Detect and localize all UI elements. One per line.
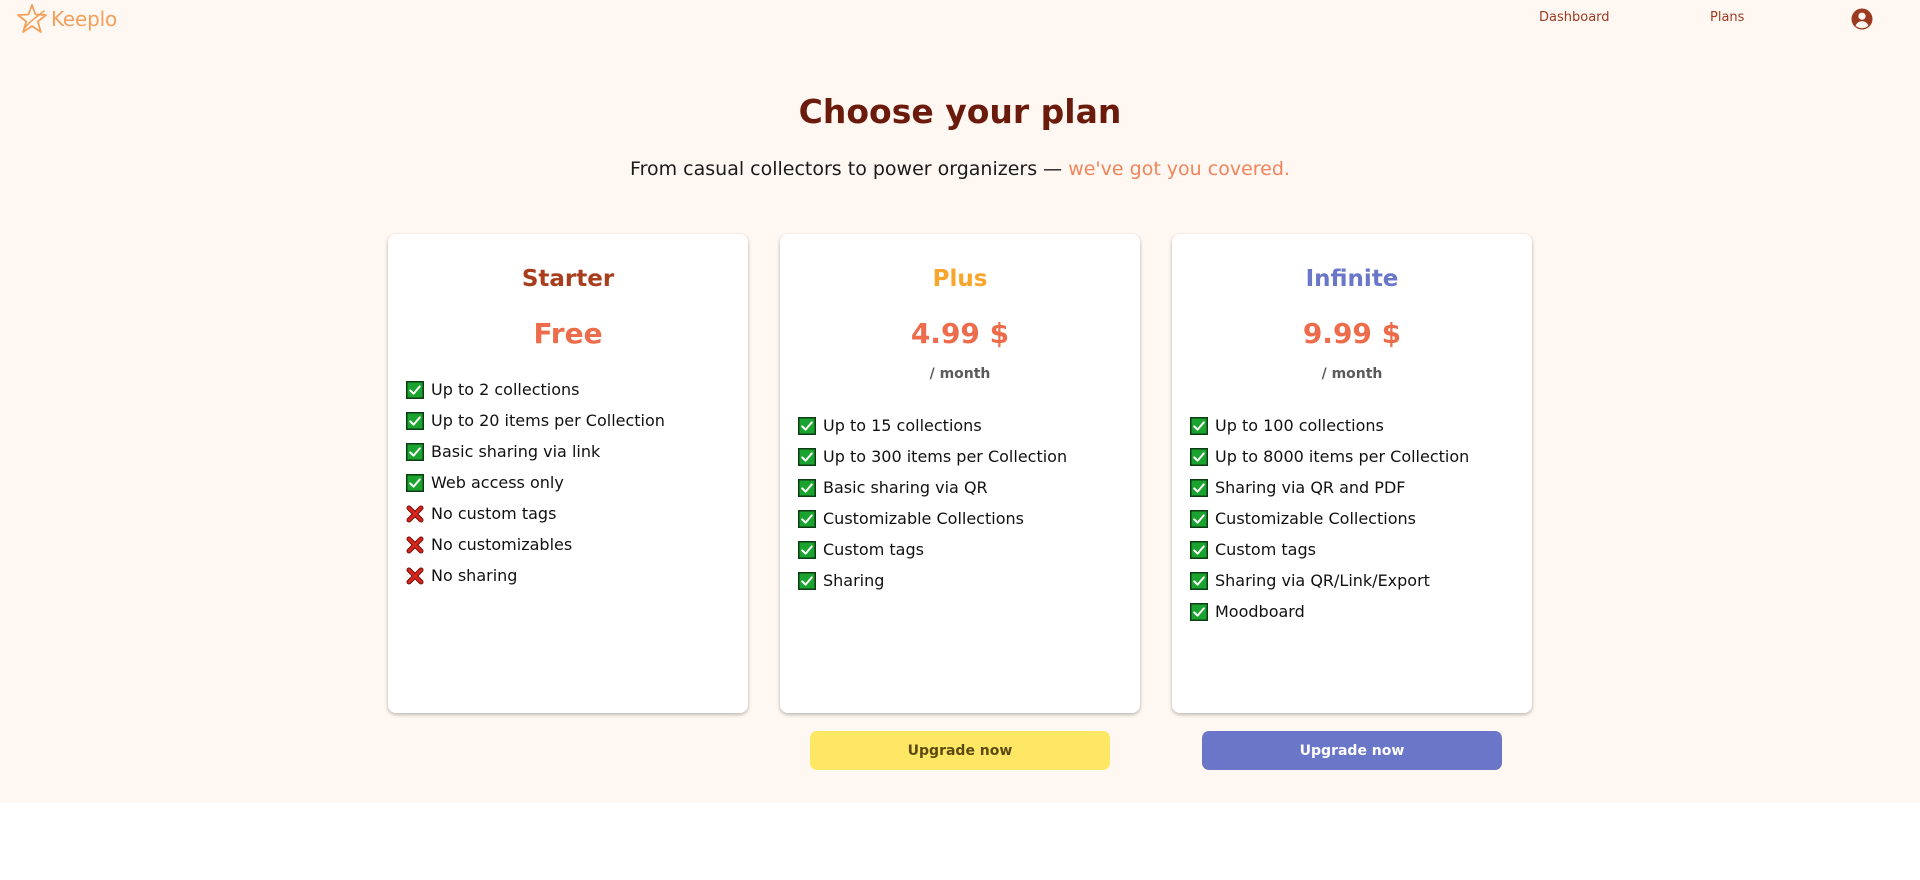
feature-text: No custom tags bbox=[431, 504, 557, 523]
feature-item: Sharing bbox=[798, 565, 1067, 596]
feature-item: Up to 300 items per Collection bbox=[798, 441, 1067, 472]
check-icon bbox=[798, 509, 816, 528]
feature-item: Custom tags bbox=[1190, 534, 1469, 565]
plan-card-infinite: Infinite 9.99 $ / month Up to 100 collec… bbox=[1172, 234, 1532, 713]
logo-text: Keeplo bbox=[51, 7, 118, 31]
feature-item: Customizable Collections bbox=[798, 503, 1067, 534]
plan-price: 4.99 $ bbox=[910, 317, 1010, 350]
feature-text: Basic sharing via QR bbox=[823, 478, 988, 497]
feature-text: No sharing bbox=[431, 566, 518, 585]
feature-item: Web access only bbox=[406, 467, 665, 498]
feature-item: No custom tags bbox=[406, 498, 665, 529]
feature-item: Custom tags bbox=[798, 534, 1067, 565]
feature-text: Sharing via QR and PDF bbox=[1215, 478, 1406, 497]
star-logo-icon bbox=[17, 4, 47, 33]
plan-card-starter: Starter Free Up to 2 collections Up to 20… bbox=[388, 234, 748, 713]
feature-item: Moodboard bbox=[1190, 596, 1469, 627]
nav-dashboard-link[interactable]: Dashboard bbox=[1539, 10, 1610, 25]
nav-plans-link[interactable]: Plans bbox=[1710, 10, 1744, 25]
check-icon bbox=[798, 478, 816, 497]
upgrade-plus-button[interactable]: Upgrade now bbox=[810, 731, 1110, 770]
feature-item: Up to 8000 items per Collection bbox=[1190, 441, 1469, 472]
check-icon bbox=[798, 540, 816, 559]
feature-item: No customizables bbox=[406, 529, 665, 560]
plan-name: Infinite bbox=[1305, 266, 1399, 292]
check-icon bbox=[1190, 602, 1208, 621]
check-icon bbox=[406, 473, 424, 492]
feature-item: Basic sharing via QR bbox=[798, 472, 1067, 503]
upgrade-infinite-button[interactable]: Upgrade now bbox=[1202, 731, 1502, 770]
feature-item: Sharing via QR/Link/Export bbox=[1190, 565, 1469, 596]
feature-item: Sharing via QR and PDF bbox=[1190, 472, 1469, 503]
plan-price: 9.99 $ bbox=[1302, 317, 1402, 350]
feature-text: Sharing via QR/Link/Export bbox=[1215, 571, 1430, 590]
check-icon bbox=[1190, 540, 1208, 559]
plan-period: / month bbox=[929, 366, 991, 382]
plan-card-plus: Plus 4.99 $ / month Up to 15 collections… bbox=[780, 234, 1140, 713]
feature-text: Up to 100 collections bbox=[1215, 416, 1384, 435]
feature-text: Custom tags bbox=[1215, 540, 1316, 559]
cross-icon bbox=[406, 567, 424, 584]
feature-item: Up to 100 collections bbox=[1190, 410, 1469, 441]
feature-item: Up to 15 collections bbox=[798, 410, 1067, 441]
check-icon bbox=[798, 447, 816, 466]
feature-text: Moodboard bbox=[1215, 602, 1305, 621]
check-icon bbox=[1190, 509, 1208, 528]
check-icon bbox=[406, 380, 424, 399]
feature-list: Up to 100 collections Up to 8000 items pe… bbox=[1190, 410, 1469, 627]
feature-item: Up to 20 items per Collection bbox=[406, 405, 665, 436]
page-subtitle: From casual collectors to power organize… bbox=[0, 158, 1920, 180]
plan-name: Plus bbox=[932, 266, 988, 292]
plan-period: / month bbox=[1321, 366, 1383, 382]
plan-name: Starter bbox=[521, 266, 615, 292]
page-title: Choose your plan bbox=[798, 92, 1122, 131]
feature-item: Customizable Collections bbox=[1190, 503, 1469, 534]
check-icon bbox=[798, 571, 816, 590]
account-circle-icon[interactable] bbox=[1851, 8, 1873, 30]
feature-text: Up to 8000 items per Collection bbox=[1215, 447, 1470, 466]
feature-item: Up to 2 collections bbox=[406, 374, 665, 405]
plan-price: Free bbox=[533, 317, 603, 350]
logo[interactable]: Keeplo bbox=[15, 2, 117, 36]
feature-text: Customizable Collections bbox=[823, 509, 1024, 528]
check-icon bbox=[1190, 447, 1208, 466]
feature-text: Sharing bbox=[823, 571, 885, 590]
feature-text: Up to 300 items per Collection bbox=[823, 447, 1068, 466]
subtitle-main: From casual collectors to power organize… bbox=[630, 158, 1069, 180]
check-icon bbox=[406, 442, 424, 461]
check-icon bbox=[1190, 416, 1208, 435]
feature-list: Up to 15 collections Up to 300 items per … bbox=[798, 410, 1067, 596]
cross-icon bbox=[406, 536, 424, 553]
feature-text: No customizables bbox=[431, 535, 573, 554]
feature-text: Web access only bbox=[431, 473, 564, 492]
check-icon bbox=[406, 411, 424, 430]
feature-item: Basic sharing via link bbox=[406, 436, 665, 467]
feature-text: Up to 20 items per Collection bbox=[431, 411, 665, 430]
feature-text: Basic sharing via link bbox=[431, 442, 601, 461]
feature-text: Customizable Collections bbox=[1215, 509, 1416, 528]
check-icon bbox=[1190, 571, 1208, 590]
subtitle-accent: we've got you covered. bbox=[1068, 158, 1290, 180]
feature-text: Custom tags bbox=[823, 540, 924, 559]
feature-list: Up to 2 collections Up to 20 items per Co… bbox=[406, 374, 665, 591]
feature-item: No sharing bbox=[406, 560, 665, 591]
check-icon bbox=[798, 416, 816, 435]
check-icon bbox=[1190, 478, 1208, 497]
feature-text: Up to 2 collections bbox=[431, 380, 580, 399]
feature-text: Up to 15 collections bbox=[823, 416, 982, 435]
cross-icon bbox=[406, 505, 424, 522]
